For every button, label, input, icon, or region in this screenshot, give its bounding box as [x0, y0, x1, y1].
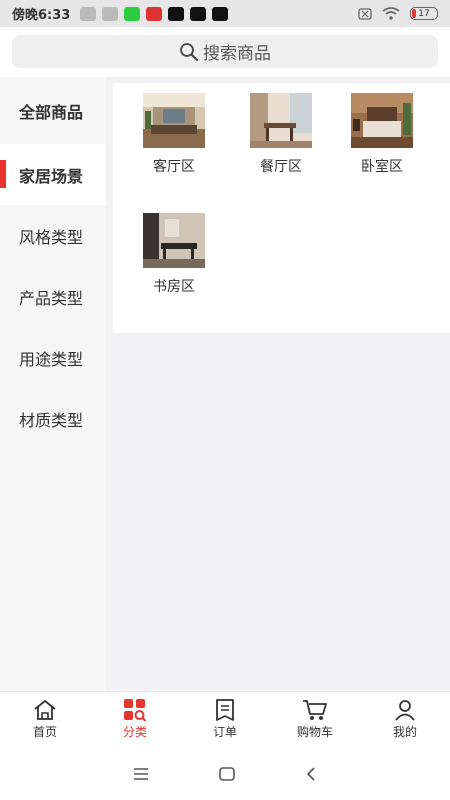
home-button-icon[interactable]	[219, 766, 235, 781]
tab-profile[interactable]: 我的	[360, 692, 450, 747]
back-icon[interactable]	[305, 766, 317, 781]
category-label: 餐厅区	[260, 159, 302, 175]
sidebar-item-material[interactable]: 材质类型	[0, 388, 106, 449]
wifi-icon	[382, 7, 400, 20]
cart-icon	[303, 700, 327, 720]
subcategory-panel: 客厅区 餐厅区 卧室区 书房区	[113, 83, 450, 333]
category-label: 客厅区	[153, 159, 195, 175]
living-room-photo	[143, 93, 205, 148]
search-icon	[180, 42, 198, 61]
category-bedroom[interactable]: 卧室区	[332, 83, 432, 176]
message-icon	[80, 6, 97, 21]
search-area: 搜索商品	[0, 27, 450, 77]
search-input[interactable]: 搜索商品	[12, 35, 438, 68]
sidebar-item-label: 家居场景	[19, 166, 84, 186]
category-study-room[interactable]: 书房区	[124, 203, 224, 296]
category-sidebar: 全部商品 家居场景 风格类型 产品类型 用途类型 材质类型	[0, 77, 106, 691]
system-nav-bar	[0, 747, 450, 800]
category-icon	[124, 699, 147, 721]
sidebar-item-label: 产品类型	[19, 288, 84, 308]
category-label: 书房区	[153, 279, 195, 295]
tab-label: 订单	[212, 725, 237, 739]
status-time: 傍晚6:33	[12, 8, 71, 23]
category-dining-room[interactable]: 餐厅区	[231, 83, 331, 176]
dining-room-photo	[250, 93, 312, 148]
news-icon	[146, 6, 163, 21]
sidebar-item-product[interactable]: 产品类型	[0, 266, 106, 327]
tab-label: 购物车	[296, 725, 333, 739]
tab-cart[interactable]: 购物车	[270, 692, 360, 747]
status-bar: 傍晚6:33 17	[0, 0, 450, 27]
tab-category[interactable]: 分类	[90, 692, 180, 747]
tab-label: 分类	[122, 725, 147, 739]
sidebar-item-label: 风格类型	[19, 227, 84, 247]
battery-level: 17	[418, 8, 430, 19]
bedroom-photo	[351, 93, 413, 148]
category-living-room[interactable]: 客厅区	[124, 83, 224, 176]
profile-icon	[395, 700, 415, 721]
home-icon	[34, 700, 56, 720]
battery-icon: 17	[410, 7, 438, 20]
sidebar-item-home-scene[interactable]: 家居场景	[0, 144, 106, 205]
category-label: 卧室区	[361, 159, 403, 175]
study-room-photo	[143, 213, 205, 268]
bottom-tab-bar: 首页 分类 订单 购物车 我的	[0, 691, 450, 747]
sidebar-item-label: 用途类型	[19, 349, 84, 369]
sidebar-item-usage[interactable]: 用途类型	[0, 327, 106, 388]
sidebar-item-label: 材质类型	[19, 410, 84, 430]
message-icon	[102, 6, 119, 21]
tab-label: 首页	[32, 725, 57, 739]
search-placeholder: 搜索商品	[203, 44, 271, 64]
order-icon	[216, 699, 234, 721]
tiktok-icon	[190, 6, 207, 21]
tab-label: 我的	[392, 725, 417, 739]
sidebar-item-style[interactable]: 风格类型	[0, 205, 106, 266]
iqiyi-icon	[124, 6, 141, 21]
tab-home[interactable]: 首页	[0, 692, 90, 747]
tab-orders[interactable]: 订单	[180, 692, 270, 747]
tiktok-icon	[212, 6, 229, 21]
sim-off-icon	[358, 7, 372, 20]
sidebar-item-label: 全部商品	[19, 102, 84, 122]
menu-icon[interactable]	[133, 767, 149, 780]
sidebar-item-all[interactable]: 全部商品	[0, 77, 106, 144]
tiktok-icon	[168, 6, 185, 21]
